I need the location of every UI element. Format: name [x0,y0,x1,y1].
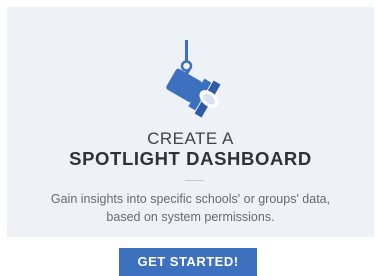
title-line-dashboard: SPOTLIGHT DASHBOARD [69,148,312,169]
get-started-button[interactable]: GET STARTED! [119,248,257,276]
title-divider [185,180,204,181]
spotlight-dashboard-card: CREATE A SPOTLIGHT DASHBOARD Gain insigh… [7,7,374,237]
get-started-container: GET STARTED! [108,238,268,276]
spotlight-icon [162,40,232,120]
description: Gain insights into specific schools' or … [7,190,374,226]
description-line: Gain insights into specific schools' or … [50,192,331,206]
description-line: based on system permissions. [106,210,275,224]
title-line-create: CREATE A [147,129,234,148]
